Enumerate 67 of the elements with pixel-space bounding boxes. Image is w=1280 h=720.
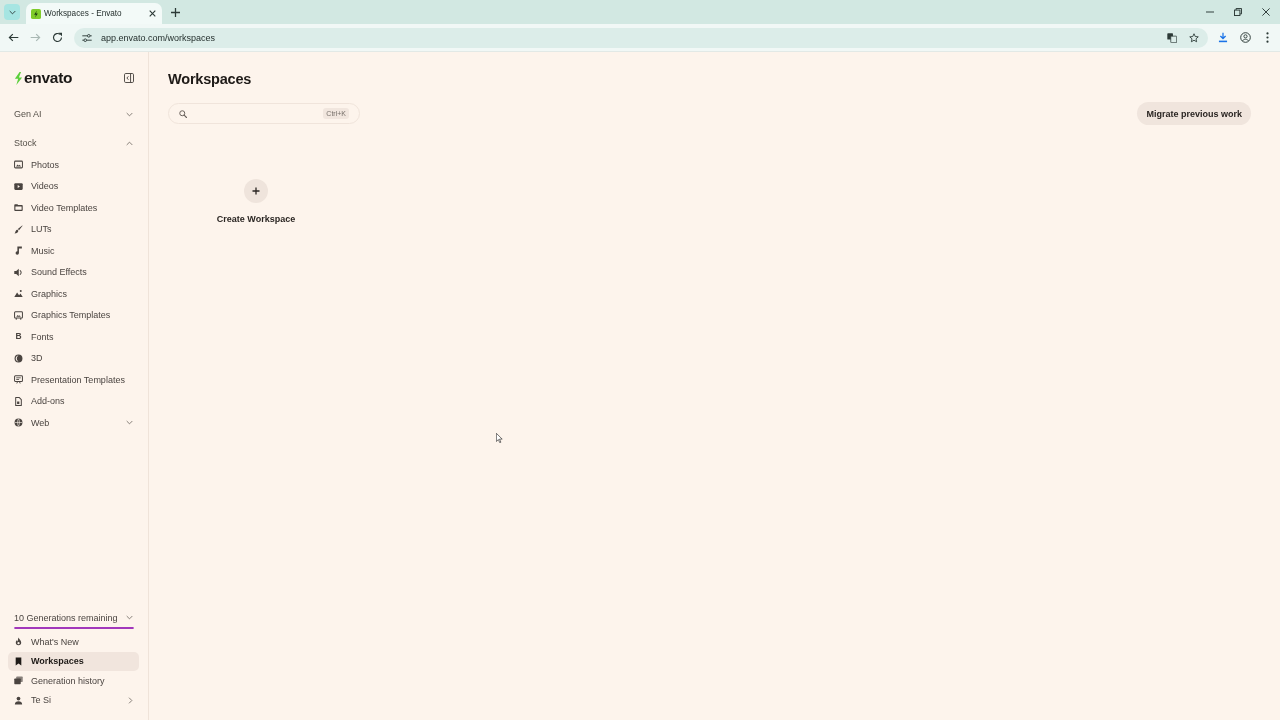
sidebar-item[interactable]: Graphics	[0, 283, 148, 305]
collapse-sidebar-button[interactable]	[124, 73, 134, 83]
image-frame-icon	[14, 310, 23, 320]
sidebar-item[interactable]: Sound Effects	[0, 261, 148, 283]
document-icon	[14, 396, 23, 406]
favicon-icon	[31, 8, 41, 19]
generations-toggle[interactable]: 10 Generations remaining	[0, 609, 148, 626]
mountain-icon	[14, 289, 23, 299]
presentation-board-icon	[14, 375, 23, 385]
back-arrow-icon	[7, 32, 19, 43]
minimize-icon	[1206, 11, 1214, 13]
image-icon	[14, 160, 23, 170]
plus-icon	[244, 179, 268, 203]
video-icon	[14, 181, 23, 191]
sidebar-item[interactable]: LUTs	[0, 218, 148, 240]
image-stack-icon	[14, 676, 23, 686]
globe-icon	[14, 418, 23, 428]
plus-icon	[170, 7, 180, 17]
address-bar[interactable]: app.envato.com/workspaces	[74, 27, 1208, 48]
sidebar-item[interactable]: Presentation Templates	[0, 369, 148, 391]
restore-icon	[1234, 8, 1242, 16]
sidebar-item[interactable]: Generation history	[8, 671, 139, 691]
star-icon	[1189, 32, 1199, 43]
music-note-icon	[14, 246, 23, 256]
sphere-icon	[14, 353, 23, 363]
chevron-right-icon	[128, 696, 133, 704]
speaker-icon	[14, 267, 23, 277]
sidebar-item[interactable]: Te Si	[8, 690, 139, 710]
browser-tab[interactable]: Workspaces - Envato	[26, 3, 162, 24]
mouse-cursor-icon	[496, 433, 503, 443]
folder-icon	[14, 203, 23, 213]
person-icon	[14, 695, 23, 705]
sidebar-item[interactable]: B Fonts	[0, 326, 148, 348]
more-vertical-icon	[1265, 32, 1269, 43]
close-icon	[1262, 8, 1270, 16]
brush-icon	[14, 224, 23, 234]
profile-icon	[1239, 32, 1251, 43]
close-tab-button[interactable]	[147, 8, 157, 19]
search-icon	[179, 109, 187, 118]
sliders-icon	[82, 32, 92, 43]
page-title: Workspaces	[168, 70, 253, 88]
close-icon	[148, 10, 156, 17]
sidebar-item[interactable]: Video Templates	[0, 197, 148, 219]
sidebar-item[interactable]: Workspaces	[8, 651, 139, 671]
lightning-bolt-icon	[14, 71, 23, 85]
section-header[interactable]: Gen AI	[0, 104, 148, 124]
flame-icon	[14, 637, 23, 647]
sidebar-item[interactable]: Add-ons	[0, 390, 148, 412]
sidebar-item[interactable]: What's New	[8, 632, 139, 652]
sidebar-item[interactable]: Music	[0, 240, 148, 262]
sidebar-item[interactable]: Photos	[0, 154, 148, 176]
sidebar-item[interactable]: Graphics Templates	[0, 304, 148, 326]
sidebar-panel-icon	[124, 73, 134, 83]
bookmark-icon	[14, 656, 23, 666]
envato-logo[interactable]: envato	[14, 70, 73, 86]
chevron-down-icon	[8, 9, 16, 15]
migrate-work-button[interactable]: Migrate previous work	[1137, 102, 1251, 125]
section-header[interactable]: Stock	[0, 133, 148, 153]
translate-icon	[1167, 32, 1177, 43]
download-icon	[1218, 32, 1228, 43]
forward-arrow-icon	[29, 32, 41, 43]
reload-icon	[51, 32, 63, 43]
sidebar-item[interactable]: Videos	[0, 175, 148, 197]
sidebar-item[interactable]: 3D	[0, 347, 148, 369]
create-workspace-button[interactable]: Create Workspace	[168, 179, 344, 224]
font-letter-icon: B	[15, 332, 22, 342]
sidebar-item[interactable]: Web	[0, 412, 148, 434]
